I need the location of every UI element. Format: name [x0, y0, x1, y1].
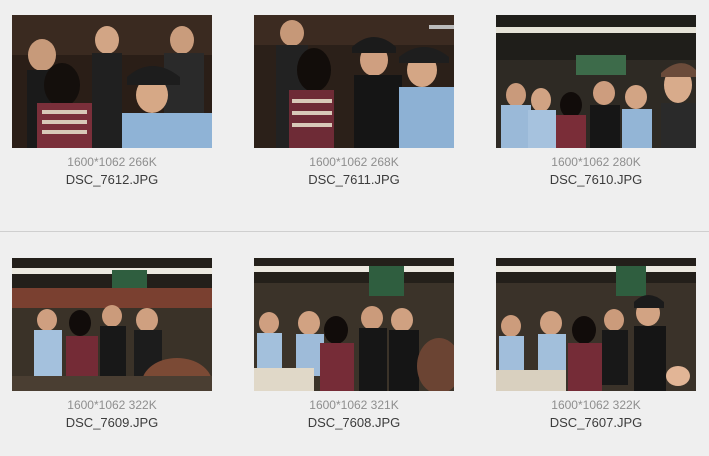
photo-thumbnail[interactable]	[496, 15, 696, 148]
photo-filename[interactable]: DSC_7612.JPG	[12, 172, 212, 188]
photo-thumbnail[interactable]	[254, 258, 454, 391]
photo-filename[interactable]: DSC_7608.JPG	[254, 415, 454, 431]
photo-filename[interactable]: DSC_7610.JPG	[496, 172, 696, 188]
photo-item: 1600*1062 268K DSC_7611.JPG	[254, 15, 454, 188]
photo-gallery: 1600*1062 266K DSC_7612.JPG 1600*1062 26…	[0, 0, 709, 456]
photo-dimensions-size: 1600*1062 266K	[67, 155, 157, 169]
photo-filename[interactable]: DSC_7609.JPG	[12, 415, 212, 431]
photo-dimensions-size: 1600*1062 280K	[551, 155, 641, 169]
photo-item: 1600*1062 322K DSC_7609.JPG	[12, 258, 212, 431]
photo-item: 1600*1062 322K DSC_7607.JPG	[496, 258, 696, 431]
photo-dimensions-size: 1600*1062 268K	[309, 155, 399, 169]
photo-dimensions-size: 1600*1062 322K	[551, 398, 641, 412]
gallery-row: 1600*1062 266K DSC_7612.JPG 1600*1062 26…	[0, 15, 709, 215]
gallery-row: 1600*1062 322K DSC_7609.JPG 1600*1062 32…	[0, 258, 709, 456]
photo-filename[interactable]: DSC_7611.JPG	[254, 172, 454, 188]
photo-thumbnail[interactable]	[12, 15, 212, 148]
photo-dimensions-size: 1600*1062 321K	[309, 398, 399, 412]
photo-item: 1600*1062 266K DSC_7612.JPG	[12, 15, 212, 188]
photo-thumbnail[interactable]	[12, 258, 212, 391]
photo-item: 1600*1062 280K DSC_7610.JPG	[496, 15, 696, 188]
photo-thumbnail[interactable]	[254, 15, 454, 148]
photo-filename[interactable]: DSC_7607.JPG	[496, 415, 696, 431]
photo-item: 1600*1062 321K DSC_7608.JPG	[254, 258, 454, 431]
photo-dimensions-size: 1600*1062 322K	[67, 398, 157, 412]
row-divider	[0, 231, 709, 232]
photo-thumbnail[interactable]	[496, 258, 696, 391]
